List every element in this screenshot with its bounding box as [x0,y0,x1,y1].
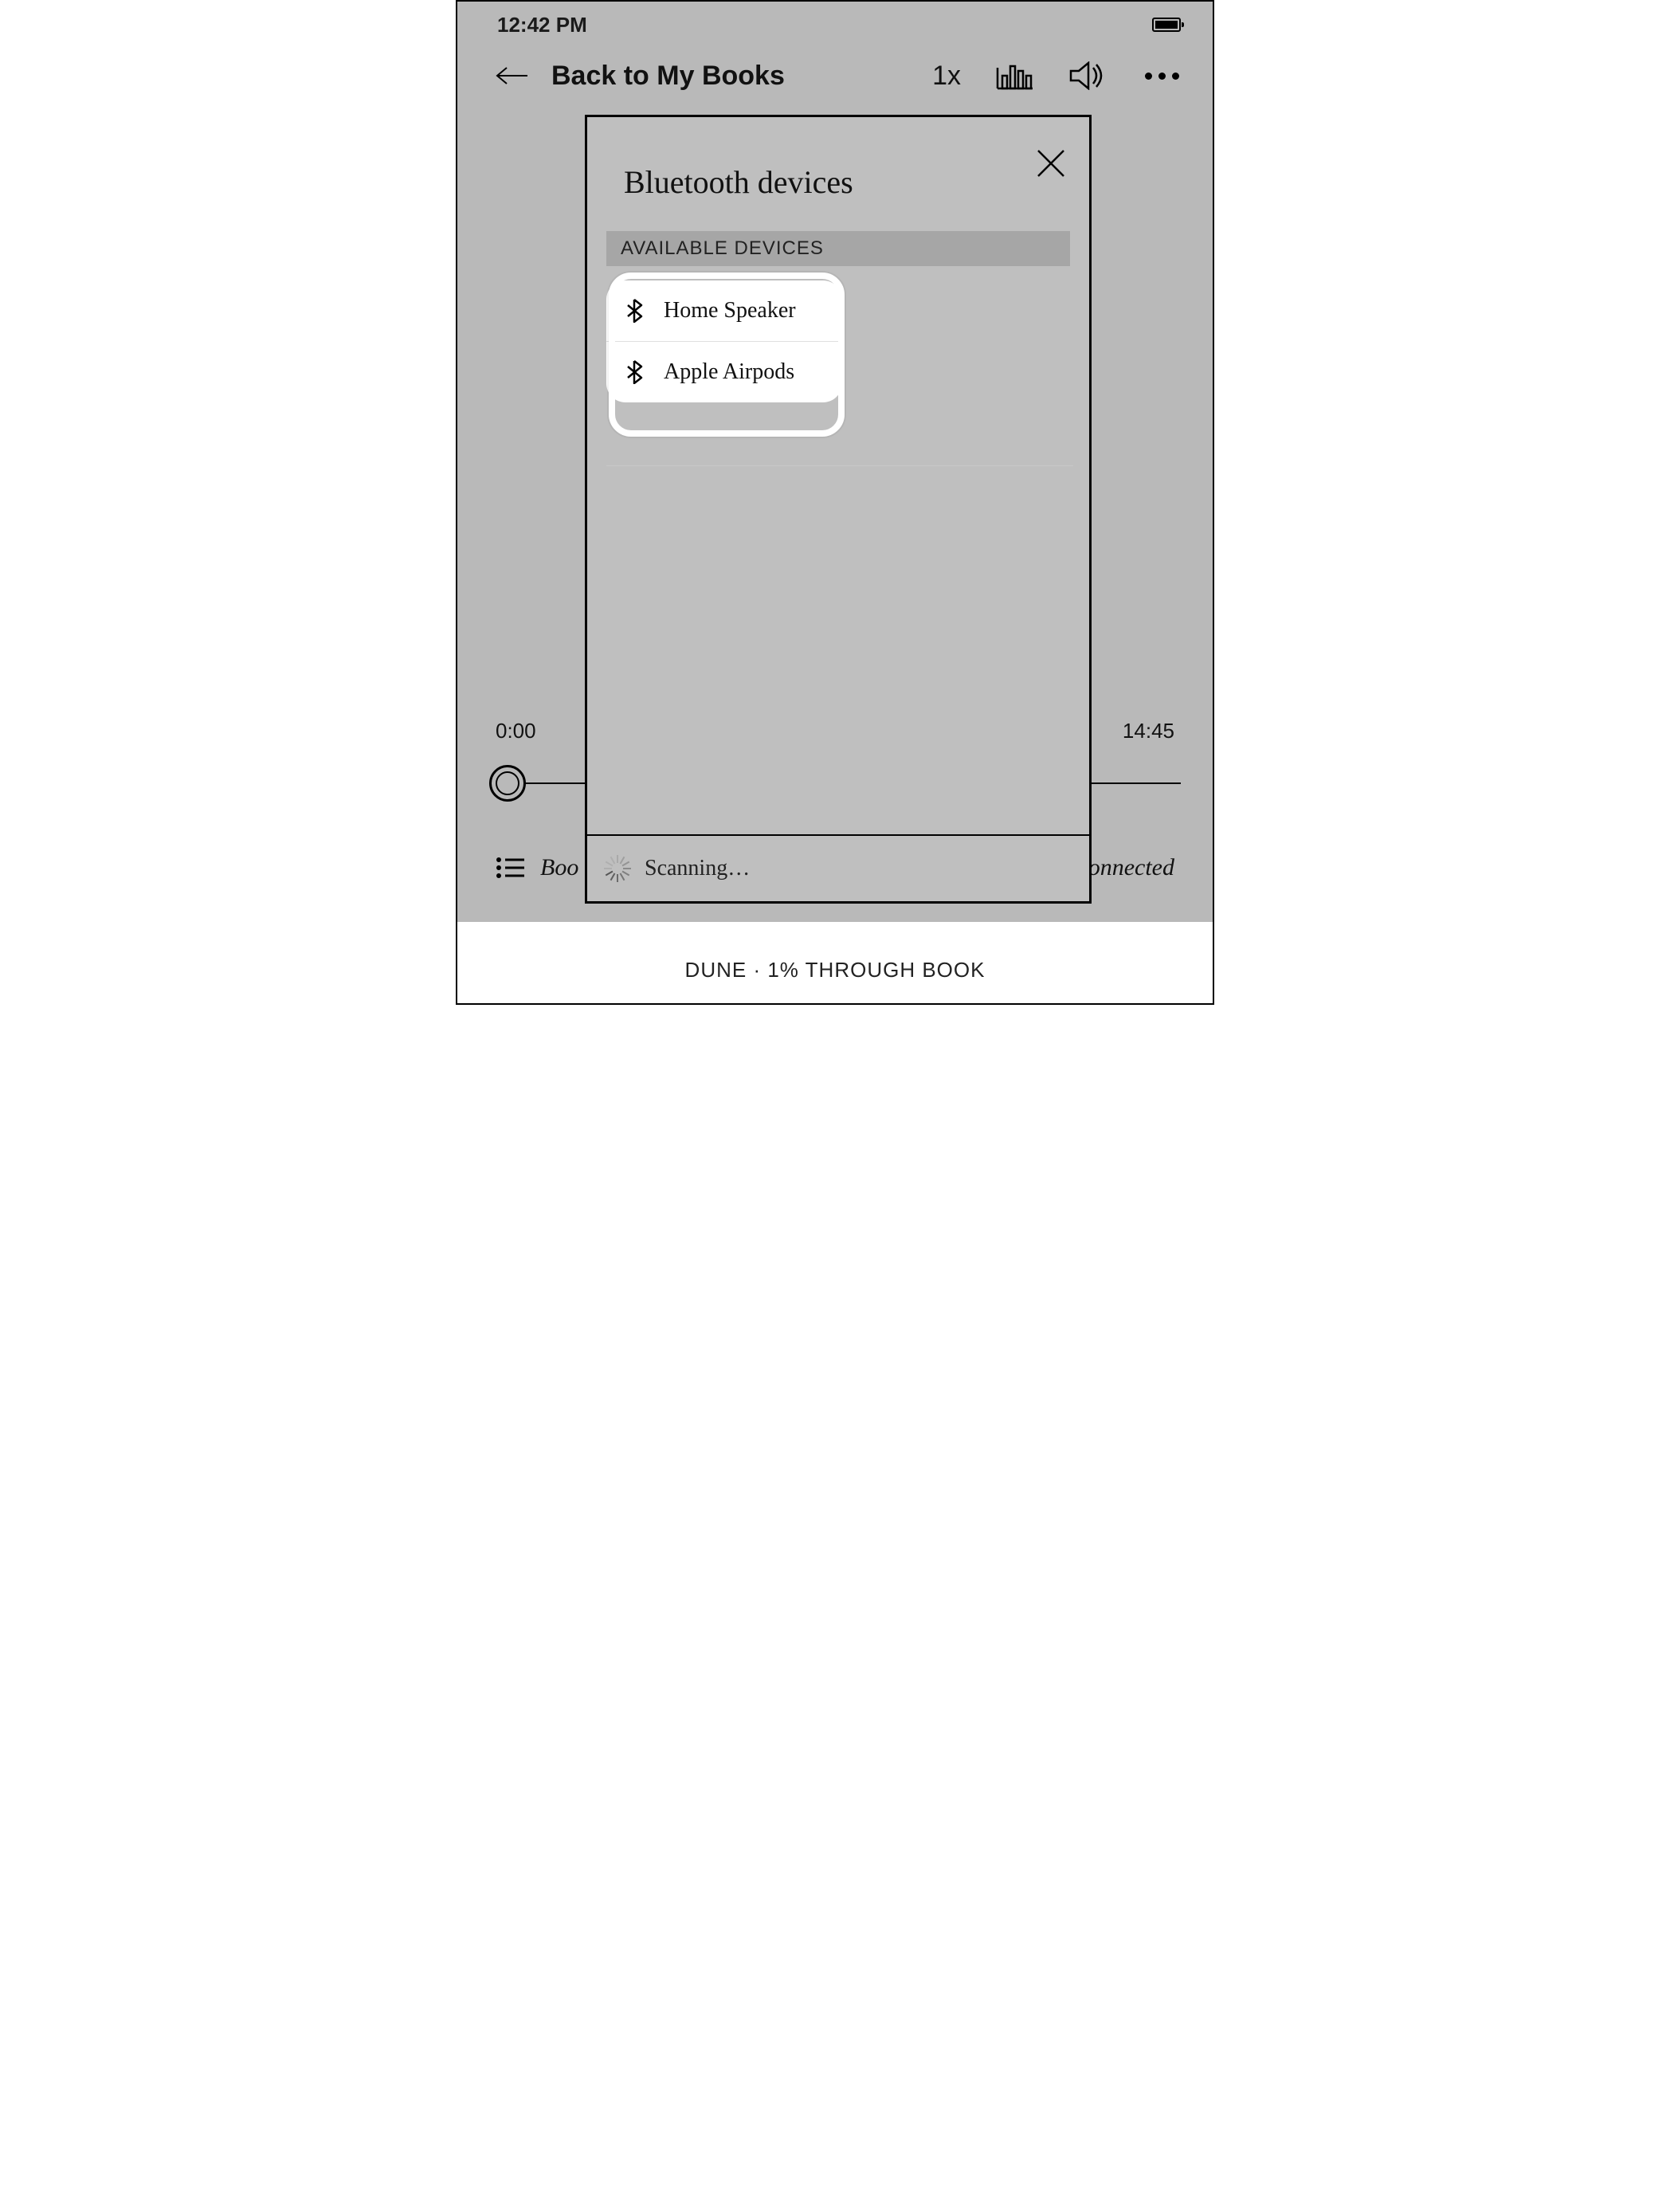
close-icon[interactable] [1037,149,1065,178]
equalizer-icon[interactable] [996,60,1034,92]
device-highlight-well: Home Speaker Apple Airpods [606,280,842,402]
status-bar: 12:42 PM [457,2,1213,40]
device-name: Home Speaker [664,298,796,324]
nav-icons: 1x [932,60,1181,92]
scrubber-knob[interactable] [489,765,526,802]
scanning-status: Scanning… [645,856,750,881]
volume-icon[interactable] [1069,60,1107,92]
modal-header: Bluetooth devices [587,117,1089,217]
bluetooth-modal: Bluetooth devices AVAILABLE DEVICES [585,115,1092,904]
chapter-label-partial-right: onnected [1088,854,1174,881]
screen: 12:42 PM Back to My Books 1x [456,0,1214,1005]
elapsed-time: 0:00 [496,719,536,743]
available-devices-header: AVAILABLE DEVICES [606,231,1070,266]
remaining-time: 14:45 [1123,719,1174,743]
battery-fill [1155,21,1178,29]
modal-title: Bluetooth devices [624,163,1037,201]
device-name: Apple Airpods [664,359,794,385]
toc-icon[interactable] [496,857,524,879]
device-list: Home Speaker Apple Airpods [606,280,1070,402]
device-divider [606,465,1073,466]
status-time: 12:42 PM [497,13,587,37]
battery-icon [1152,18,1181,32]
back-arrow-icon[interactable] [496,65,529,86]
device-row-airpods[interactable]: Apple Airpods [606,342,842,402]
device-row-home-speaker[interactable]: Home Speaker [606,280,842,341]
book-progress-line: DUNE · 1% THROUGH BOOK [457,958,1213,982]
modal-footer: Scanning… [587,834,1089,901]
spinner-icon [603,855,630,882]
back-title[interactable]: Back to My Books [551,61,910,92]
top-nav: Back to My Books 1x [457,40,1213,112]
bluetooth-icon [625,360,643,384]
chapter-label-partial-left: Boo [540,854,578,881]
more-menu-button[interactable] [1143,60,1181,92]
book-title: DUNE [685,958,747,982]
book-percent: 1% THROUGH BOOK [767,958,985,982]
bluetooth-icon [625,299,643,323]
playback-speed-button[interactable]: 1x [932,61,961,92]
